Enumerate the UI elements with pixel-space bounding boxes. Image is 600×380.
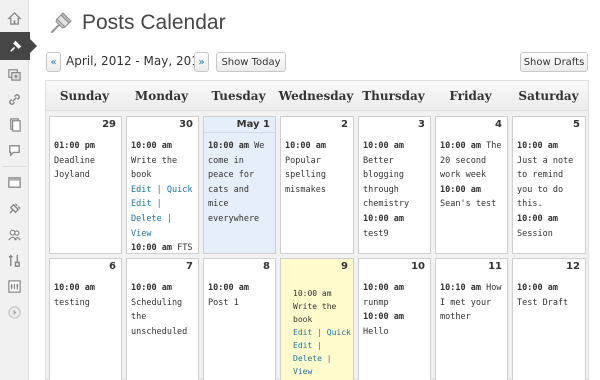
day-number: 30: [179, 119, 193, 130]
calendar-post[interactable]: 10:00 am Better blogging through chemistr…: [363, 139, 428, 212]
media-icon[interactable]: [0, 60, 29, 88]
show-drafts-button[interactable]: Show Drafts: [520, 52, 588, 72]
comments-icon[interactable]: [0, 136, 29, 164]
dow-thursday: Thursday: [362, 89, 425, 103]
edit-link[interactable]: Edit: [131, 185, 151, 195]
calendar-post[interactable]: 10:00 am Test Draft: [517, 281, 583, 310]
calendar-post[interactable]: 10:00 am Session: [517, 212, 583, 241]
page-title: Posts Calendar: [82, 11, 226, 34]
day-number: May 1: [236, 119, 270, 130]
dow-tuesday: Tuesday: [211, 89, 266, 103]
calendar-post[interactable]: 10:00 am We come in peace for cats and m…: [208, 139, 273, 227]
calendar-post[interactable]: 01:00 pm Deadline Joyland: [54, 139, 119, 183]
dow-wednesday: Wednesday: [278, 89, 354, 103]
pages-icon[interactable]: [0, 110, 29, 138]
page-header: Posts Calendar: [48, 8, 226, 38]
calendar-post[interactable]: 10:00 am Write the book: [293, 287, 351, 326]
calendar-toolbar: « April, 2012 - May, 2012 » Show Today S…: [46, 52, 588, 72]
calendar-post[interactable]: 10:00 am Scheduling the unscheduled: [131, 281, 196, 339]
day-number: 3: [418, 119, 425, 130]
day-cell-may-4[interactable]: 4 10:00 am The 20 second work week 10:00…: [435, 116, 508, 254]
settings-icon[interactable]: [0, 272, 29, 300]
calendar-post[interactable]: 10:00 am The 20 second work week: [440, 139, 505, 183]
day-number: 9: [341, 261, 348, 272]
calendar-post[interactable]: 10:00 am test9: [363, 212, 428, 241]
day-number: 6: [109, 261, 116, 272]
calendar-post[interactable]: 10:00 am Popular spelling mismakes: [285, 139, 351, 197]
pushpin-icon: [50, 12, 72, 34]
calendar-post[interactable]: 10:10 am How I met your mother: [440, 281, 505, 325]
day-number: 12: [566, 261, 580, 272]
day-number: 29: [102, 119, 116, 130]
dow-saturday: Saturday: [518, 89, 579, 103]
edit-link[interactable]: Edit: [293, 328, 312, 337]
day-cell-may-7[interactable]: 7 10:00 am Scheduling the unscheduled: [126, 258, 199, 380]
dow-monday: Monday: [134, 89, 189, 103]
plugins-icon[interactable]: [0, 194, 29, 222]
show-today-button[interactable]: Show Today: [216, 52, 286, 72]
calendar-post[interactable]: 10:00 am Post 1: [208, 281, 273, 310]
day-cell-may-9-hovered[interactable]: 9 10:00 am Write the book Edit | Quick Ed…: [280, 258, 354, 380]
day-cell-may-10[interactable]: 10 10:00 am runmp 10:00 am Hello: [358, 258, 431, 380]
day-cell-may-6[interactable]: 6 10:00 am testing: [49, 258, 122, 380]
collapse-menu-icon[interactable]: [0, 298, 29, 326]
dashboard-icon[interactable]: [0, 4, 29, 32]
calendar-post[interactable]: 10:00 am Hello: [363, 310, 428, 339]
post-actions: Edit | Quick Edit | Delete | View: [293, 328, 351, 376]
day-number: 5: [573, 119, 580, 130]
day-cell-may-5[interactable]: 5 10:00 am Just a note to remind you to …: [512, 116, 586, 254]
post-actions: Edit | Quick Edit | Delete | View: [131, 184, 193, 239]
tools-icon[interactable]: [0, 246, 29, 274]
calendar-post[interactable]: 10:00 am Just a note to remind you to do…: [517, 139, 583, 212]
day-number: 10: [411, 261, 425, 272]
appearance-icon[interactable]: [0, 168, 29, 196]
calendar-post[interactable]: 10:00 am runmp: [363, 281, 428, 310]
delete-link[interactable]: Delete: [131, 214, 162, 224]
posts-pin-icon[interactable]: [0, 32, 37, 60]
posts-calendar: Sunday Monday Tuesday Wednesday Thursday…: [45, 80, 589, 380]
day-number: 2: [341, 119, 348, 130]
day-number: 11: [488, 261, 502, 272]
day-cell-may-2[interactable]: 2 10:00 am Popular spelling mismakes: [280, 116, 354, 254]
calendar-post[interactable]: 10:00 am Write the book: [131, 139, 196, 183]
day-number: 4: [495, 119, 502, 130]
next-month-button[interactable]: »: [194, 52, 209, 72]
calendar-post[interactable]: 10:00 am testing: [54, 281, 119, 310]
admin-sidebar: [0, 0, 37, 380]
dow-friday: Friday: [449, 89, 492, 103]
date-range-label: April, 2012 - May, 2012: [66, 54, 207, 68]
day-cell-may-11[interactable]: 11 10:10 am How I met your mother: [435, 258, 508, 380]
day-cell-may-12[interactable]: 12 10:00 am Test Draft: [512, 258, 586, 380]
day-cell-apr-29[interactable]: 29 01:00 pm Deadline Joyland: [49, 116, 122, 254]
day-cell-may-3[interactable]: 3 10:00 am Better blogging through chemis…: [358, 116, 431, 254]
day-number: 7: [186, 261, 193, 272]
day-cell-apr-30[interactable]: 30 10:00 am Write the book Edit | Quick E…: [126, 116, 199, 254]
day-cell-may-8[interactable]: 8 10:00 am Post 1: [203, 258, 276, 380]
days-of-week-header: Sunday Monday Tuesday Wednesday Thursday…: [46, 81, 588, 111]
previous-month-button[interactable]: «: [46, 52, 61, 72]
day-cell-may-1-today[interactable]: May 1 10:00 am We come in peace for cats…: [203, 116, 276, 254]
users-icon[interactable]: [0, 220, 29, 248]
links-icon[interactable]: [0, 85, 29, 113]
dow-sunday: Sunday: [59, 89, 110, 103]
calendar-post[interactable]: 10:00 am FTS Testing today: [131, 241, 196, 253]
view-link[interactable]: View: [293, 367, 312, 376]
delete-link[interactable]: Delete: [293, 354, 322, 363]
calendar-post[interactable]: 10:00 am Sean's test: [440, 183, 505, 212]
view-link[interactable]: View: [131, 229, 151, 239]
day-number: 8: [263, 261, 270, 272]
